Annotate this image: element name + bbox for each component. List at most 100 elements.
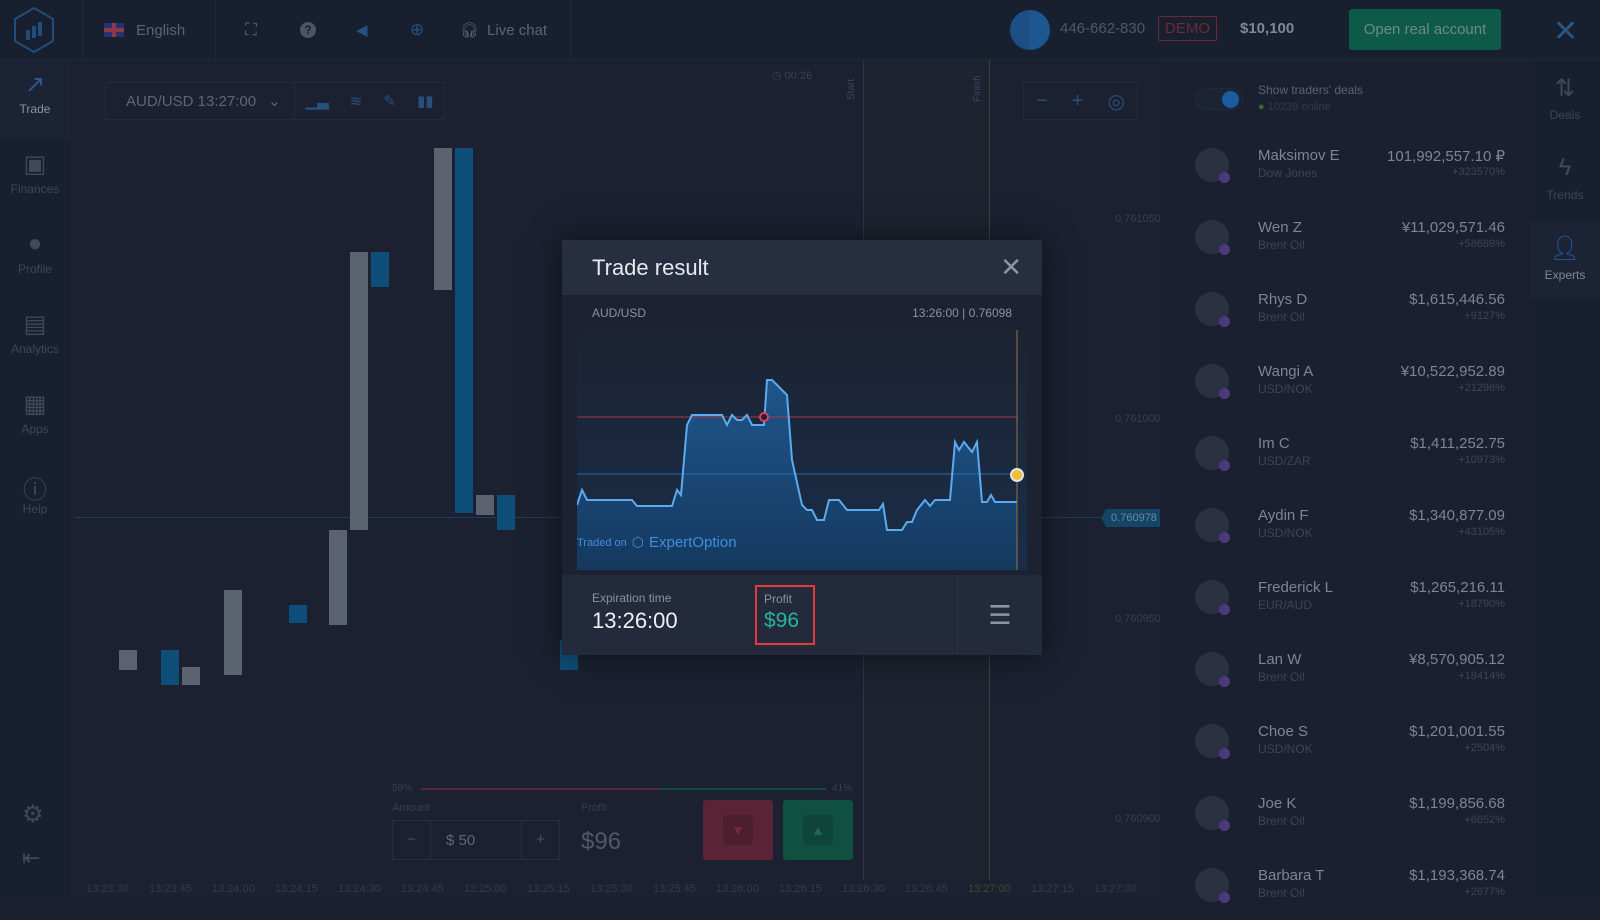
trader-row[interactable]: Joe K Brent Oil $1,199,856.68 +6652% [1195,788,1515,848]
trader-percent: +6652% [1464,814,1505,826]
rnav-trends[interactable]: ϟ Trends [1530,140,1600,220]
trader-amount: ¥8,570,905.12 [1409,651,1505,668]
status-dot-icon [1219,820,1230,831]
zoom-out-button[interactable]: − [1036,90,1048,113]
trader-row[interactable]: Maksimov E Dow Jones 101,992,557.10 ₽ +3… [1195,140,1515,200]
candles-icon[interactable]: ▁▃ [306,92,329,110]
status-dot-icon [1219,892,1230,903]
target-icon[interactable]: ◎ [1107,89,1124,114]
show-deals-toggle[interactable] [1195,88,1243,110]
trader-row[interactable]: Lan W Brent Oil ¥8,570,905.12 +18414% [1195,644,1515,704]
status-dot-icon [1219,604,1230,615]
show-deals-label: Show traders' deals [1258,83,1364,97]
time-label: 13:26:45 [905,883,948,895]
trader-asset: Dow Jones [1258,166,1318,180]
time-label: 13:24:15 [275,883,318,895]
brand-name: ExpertOption [648,534,737,551]
asset-selector[interactable]: AUD/USD 13:27:00 ⌄ [105,82,295,120]
time-label: 13:27:15 [1031,883,1074,895]
trader-row[interactable]: Rhys D Brent Oil $1,615,446.56 +9127% [1195,284,1515,344]
trader-name: Joe K [1258,795,1297,812]
online-text: 10239 online [1267,101,1331,113]
trader-name: Choe S [1258,723,1309,740]
open-real-account-button[interactable]: Open real account [1349,9,1501,50]
rnav-label: Trends [1546,188,1584,202]
start-label: Start [846,78,857,100]
status-dot-icon [1219,676,1230,687]
candle [434,148,452,290]
trader-row[interactable]: Barbara T Brent Oil $1,193,368.74 +2677% [1195,860,1515,920]
candle [182,667,200,685]
details-menu-icon[interactable]: ☰ [957,575,1042,655]
trader-row[interactable]: Wen Z Brent Oil ¥11,029,571.46 +58689% [1195,212,1515,272]
increase-amount-button[interactable]: + [521,820,559,860]
lightning-icon: ϟ [1558,154,1572,181]
indicators-icon[interactable]: ≋ [350,92,363,110]
profit-highlight-box: Profit $96 [755,585,815,645]
close-point [1010,468,1024,482]
trader-percent: +18790% [1458,598,1505,610]
layout-icon[interactable]: ▮▮ [417,92,434,110]
candle [371,252,389,287]
trader-amount: $1,411,252.75 [1410,435,1505,452]
trader-percent: +2677% [1464,886,1505,898]
trader-row[interactable]: Im C USD/ZAR $1,411,252.75 +10973% [1195,428,1515,488]
trader-asset: Brent Oil [1258,310,1305,324]
time-label: 13:26:30 [842,883,885,895]
help-icon[interactable]: ? [300,0,316,60]
nav-help[interactable]: ⓘ Help [0,460,70,540]
status-dot-icon [1219,532,1230,543]
amount-input[interactable]: $ 50 [431,832,521,849]
modal-close-icon[interactable]: ✕ [1000,252,1022,283]
nav-apps[interactable]: ▦ Apps [0,380,70,460]
trader-amount: $1,265,216.11 [1410,579,1505,596]
logout-icon[interactable]: ⇤ [22,845,40,871]
online-count: ● 10239 online [1258,101,1331,113]
language-selector[interactable]: English [104,0,185,60]
trader-row[interactable]: Aydin F USD/NOK $1,340,877.09 +43105% [1195,500,1515,560]
rnav-deals[interactable]: ⇅ Deals [1530,60,1600,140]
status-dot-icon [1219,388,1230,399]
balance[interactable]: $10,100 [1240,20,1294,37]
nav-trade[interactable]: ↗ Trade [0,60,70,140]
trader-row[interactable]: Frederick L EUR/AUD $1,265,216.11 +18790… [1195,572,1515,632]
top-bar: English ⛶ ? ◀ ⊕ 🎧︎ Live chat 446-662-830… [0,0,1600,60]
trader-amount: $1,201,001.55 [1409,723,1505,740]
candle [350,252,368,530]
live-chat-button[interactable]: 🎧︎ Live chat [460,0,547,60]
expertoption-logo[interactable] [10,6,58,54]
sound-icon[interactable]: ◀ [356,0,368,60]
rnav-experts[interactable]: 👤︎ Experts [1530,220,1600,300]
time-label: 13:26:15 [779,883,822,895]
candle [119,650,137,670]
demo-badge[interactable]: DEMO [1158,16,1217,41]
candle [161,650,179,685]
trader-row[interactable]: Wangi A USD/NOK ¥10,522,952.89 +21296% [1195,356,1515,416]
time-label: 13:24:00 [212,883,255,895]
time-label: 13:23:30 [86,883,129,895]
nav-profile[interactable]: ● Profile [0,220,70,300]
trader-name: Wen Z [1258,219,1302,236]
chart-tools: ▁▃ ≋ ✎ ▮▮ [295,82,445,120]
trader-row[interactable]: Choe S USD/NOK $1,201,001.55 +2504% [1195,716,1515,776]
uk-flag-icon [104,23,124,37]
nav-analytics[interactable]: ▤ Analytics [0,300,70,380]
time-label: 13:24:30 [338,883,381,895]
trader-amount: $1,340,877.09 [1409,507,1505,524]
live-chat-label: Live chat [487,21,548,39]
close-icon[interactable]: ✕ [1553,14,1578,49]
zoom-in-button[interactable]: + [1072,90,1084,113]
fullscreen-icon[interactable]: ⛶ [245,0,257,60]
decrease-amount-button[interactable]: − [393,820,431,860]
nav-finances[interactable]: ▣ Finances [0,140,70,220]
put-down-button[interactable]: ▼ [703,800,773,860]
settings-gear-icon[interactable]: ⚙ [22,800,44,829]
right-nav: ⇅ Deals ϟ Trends 👤︎ Experts [1530,60,1600,900]
user-avatar[interactable] [1010,10,1050,50]
pencil-icon[interactable]: ✎ [383,92,396,110]
time-label: 13:25:30 [590,883,633,895]
crosshair-icon[interactable]: ⊕ [410,0,424,60]
call-up-button[interactable]: ▲ [783,800,853,860]
clock-icon: ◷ [772,70,782,82]
trader-asset: Brent Oil [1258,670,1305,684]
